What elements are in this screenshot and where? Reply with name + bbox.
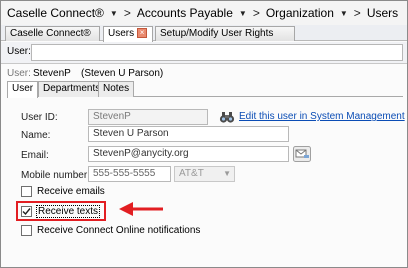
chevron-down-icon[interactable]: ▼ <box>110 9 118 18</box>
user-id-label: User ID: <box>21 112 58 123</box>
tab-label: Setup/Modify User Rights <box>160 28 274 39</box>
checkbox-label: Receive emails <box>37 186 105 197</box>
tab-departments[interactable]: Departments <box>38 81 106 97</box>
user-search-bar: User: <box>1 42 407 64</box>
breadcrumb-separator: > <box>252 6 260 20</box>
send-email-icon[interactable] <box>293 146 311 162</box>
tab-label: Users <box>108 28 135 39</box>
tab-label: User <box>12 83 34 94</box>
checkbox-box[interactable] <box>21 225 32 236</box>
breadcrumb-item-home[interactable]: Caselle Connect® ▼ <box>7 6 122 20</box>
checkmark-icon <box>22 208 31 216</box>
name-label: Name: <box>21 130 51 141</box>
breadcrumb-label: Accounts Payable <box>136 6 233 20</box>
breadcrumb-label: Users <box>366 6 399 20</box>
mobile-number-label: Mobile number: <box>21 170 90 181</box>
checkbox-label: Receive texts <box>35 205 101 218</box>
breadcrumb-item-users[interactable]: Users <box>367 6 398 20</box>
binoculars-icon[interactable] <box>219 110 235 124</box>
header-fullname: (Steven U Parson) <box>81 68 164 79</box>
tab-user[interactable]: User <box>7 81 39 98</box>
email-field[interactable]: StevenP@anycity.org <box>88 146 289 162</box>
receive-emails-checkbox[interactable]: Receive emails <box>21 186 105 197</box>
breadcrumb-item-organization[interactable]: Organization ▼ <box>266 6 352 20</box>
header-user-label: User: <box>7 68 31 79</box>
breadcrumb-separator: > <box>353 6 361 20</box>
tab-users[interactable]: Users × <box>103 26 153 42</box>
user-search-label: User: <box>7 46 31 57</box>
tab-label: Departments <box>43 83 101 94</box>
tab-label: Caselle Connect® <box>10 28 91 39</box>
user-id-field: StevenP <box>88 109 208 125</box>
tab-setup-modify-user-rights[interactable]: Setup/Modify User Rights <box>155 26 295 41</box>
receive-texts-checkbox[interactable]: Receive texts <box>21 205 101 218</box>
users-window: Caselle Connect® ▼ > Accounts Payable ▼ … <box>0 0 408 268</box>
edit-user-link[interactable]: Edit this user in System Management <box>239 111 405 122</box>
breadcrumb-separator: > <box>123 6 131 20</box>
breadcrumb: Caselle Connect® ▼ > Accounts Payable ▼ … <box>1 1 407 25</box>
chevron-down-icon[interactable]: ▼ <box>340 9 348 18</box>
breadcrumb-label: Organization <box>265 6 334 20</box>
tab-notes[interactable]: Notes <box>98 81 135 97</box>
tab-label: Notes <box>103 83 130 94</box>
carrier-value: AT&T <box>179 168 204 179</box>
name-field[interactable]: Steven U Parson <box>88 126 289 142</box>
carrier-select[interactable]: AT&T ▼ <box>174 166 235 182</box>
checkbox-box[interactable] <box>21 186 32 197</box>
receive-connect-online-notifications-checkbox[interactable]: Receive Connect Online notifications <box>21 225 200 236</box>
user-subtabs: User Departments Notes <box>7 81 403 98</box>
mobile-number-field[interactable]: 555-555-5555 <box>88 166 171 182</box>
chevron-down-icon: ▼ <box>223 169 231 178</box>
breadcrumb-label: Caselle Connect® <box>7 6 104 20</box>
tab-caselle-connect[interactable]: Caselle Connect® <box>5 26 100 41</box>
close-icon[interactable]: × <box>137 28 148 39</box>
breadcrumb-item-accounts-payable[interactable]: Accounts Payable ▼ <box>137 6 251 20</box>
checkbox-box-checked[interactable] <box>21 206 32 217</box>
user-search-input[interactable] <box>31 44 403 61</box>
email-label: Email: <box>21 150 49 161</box>
window-tabbar: Caselle Connect® Users × Setup/Modify Use… <box>1 25 407 42</box>
header-username: StevenP <box>33 68 71 79</box>
checkbox-label: Receive Connect Online notifications <box>37 225 201 236</box>
chevron-down-icon[interactable]: ▼ <box>239 9 247 18</box>
red-arrow-icon <box>119 202 163 216</box>
